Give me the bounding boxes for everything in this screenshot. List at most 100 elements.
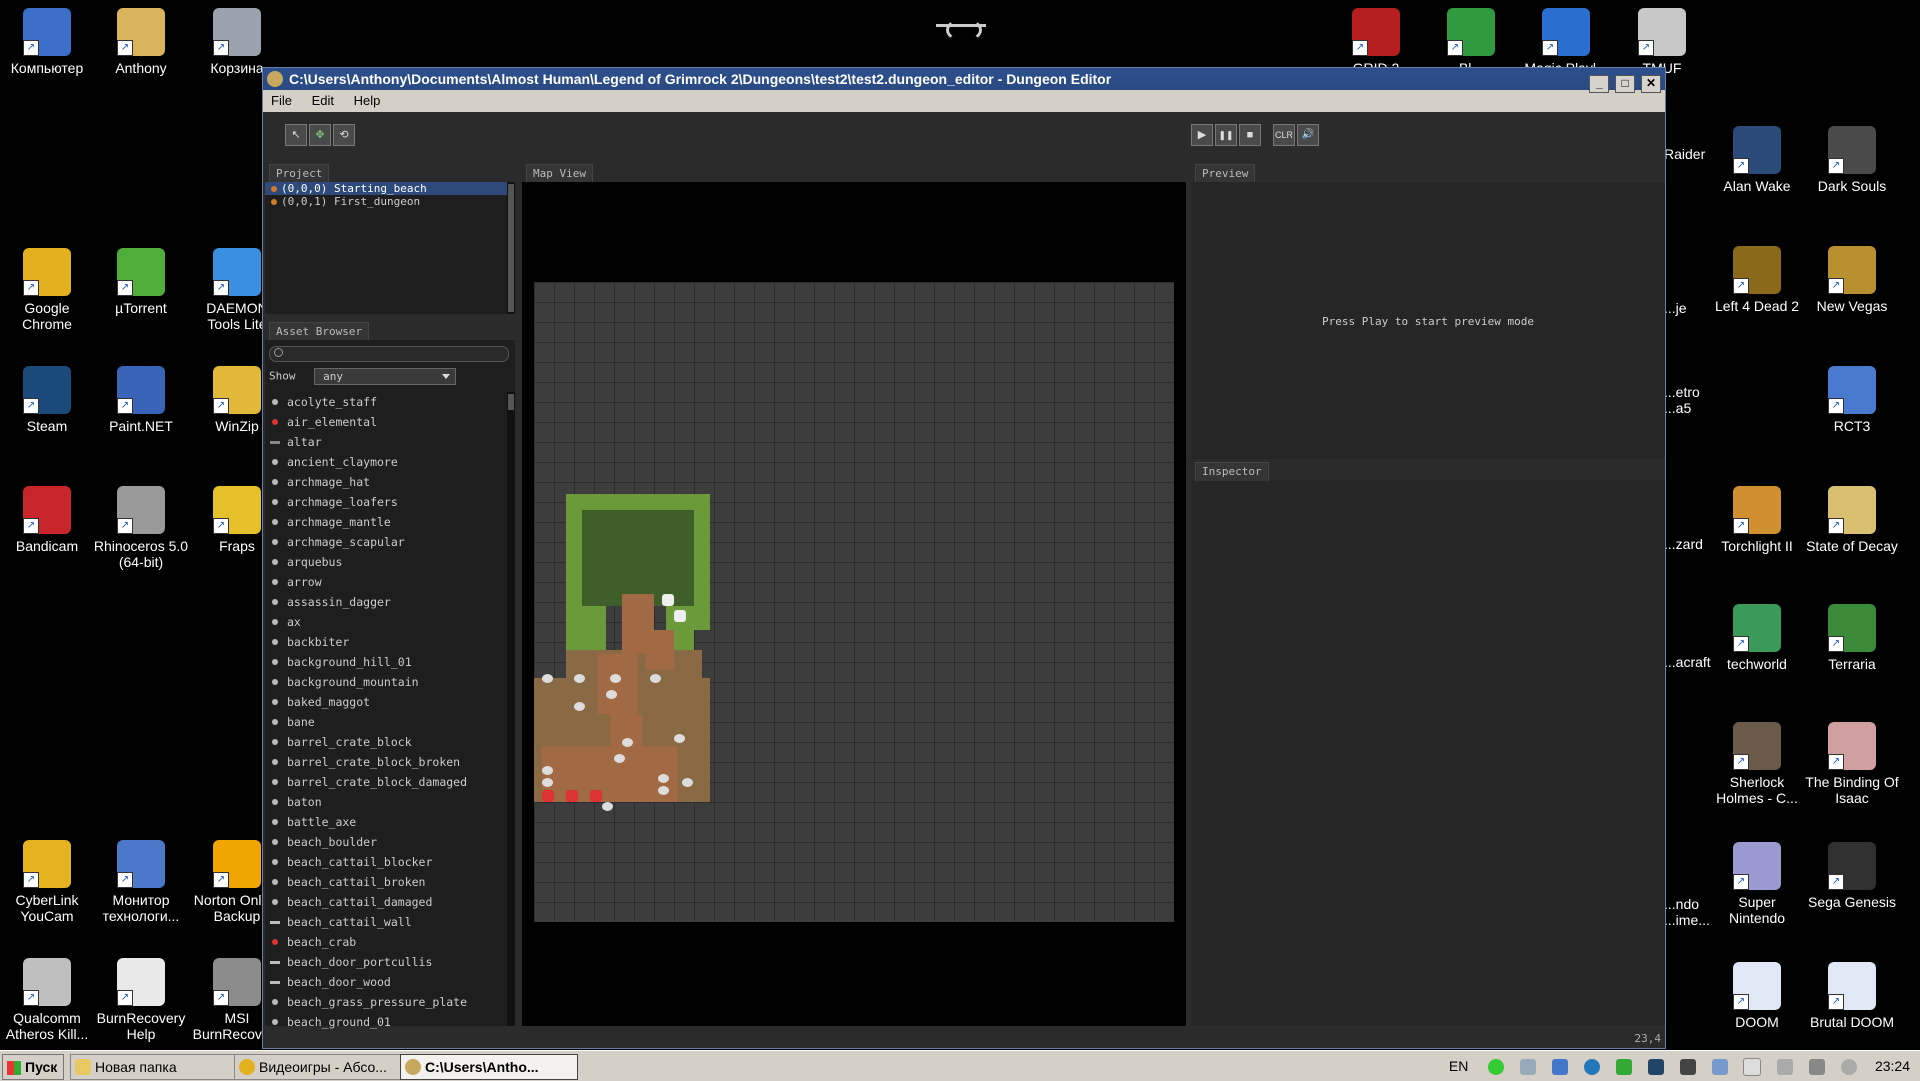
left-desktop-icon[interactable]: ↗ Steam: [0, 366, 95, 434]
bandicam-tray-icon[interactable]: [1647, 1059, 1664, 1076]
asset-scrollbar[interactable]: [507, 392, 515, 1026]
left-desktop-icon[interactable]: ↗ Paint.NET: [93, 366, 189, 434]
item-icon[interactable]: [674, 610, 686, 622]
asset-list-item[interactable]: archmage_hat: [265, 472, 505, 492]
right-desktop-icon[interactable]: ↗ The Binding Of Isaac: [1804, 722, 1900, 806]
boulder-icon[interactable]: [614, 754, 625, 763]
monitor-icon[interactable]: [1552, 1059, 1569, 1076]
asset-list-item[interactable]: bane: [265, 712, 505, 732]
asset-list-item[interactable]: barrel_crate_block_damaged: [265, 772, 505, 792]
asset-list-item[interactable]: beach_cattail_damaged: [265, 892, 505, 912]
boulder-icon[interactable]: [574, 702, 585, 711]
boulder-icon[interactable]: [606, 690, 617, 699]
tray-app-icon[interactable]: [1520, 1059, 1537, 1076]
boulder-icon[interactable]: [674, 734, 685, 743]
boulder-icon[interactable]: [650, 674, 661, 683]
partial-desktop-icon-label[interactable]: ...acraft: [1664, 654, 1711, 670]
boulder-icon[interactable]: [622, 738, 633, 747]
dirt-path-tile[interactable]: [542, 746, 678, 802]
asset-list-item[interactable]: baton: [265, 792, 505, 812]
asset-list-item[interactable]: archmage_mantle: [265, 512, 505, 532]
preview-viewport[interactable]: Press Play to start preview mode: [1191, 182, 1665, 459]
clock[interactable]: 23:24: [1875, 1058, 1910, 1074]
left-desktop-icon[interactable]: ↗ Корзина: [189, 8, 285, 76]
right-desktop-icon[interactable]: ↗ New Vegas: [1804, 246, 1900, 314]
window-titlebar[interactable]: C:\Users\Anthony\Documents\Almost Human\…: [263, 68, 1665, 93]
right-desktop-icon[interactable]: ↗ Brutal DOOM: [1804, 962, 1900, 1030]
asset-list-item[interactable]: altar: [265, 432, 505, 452]
power-icon[interactable]: [1777, 1059, 1794, 1076]
project-scrollbar[interactable]: [507, 182, 515, 314]
right-desktop-icon[interactable]: ↗ Super Nintendo: [1709, 842, 1805, 926]
menu-file[interactable]: File: [263, 90, 300, 112]
play-button[interactable]: ▶: [1191, 124, 1213, 146]
asset-list-item[interactable]: beach_cattail_blocker: [265, 852, 505, 872]
top-desktop-icon[interactable]: ↗TMUF: [1614, 8, 1710, 76]
dirt-path-tile[interactable]: [598, 654, 638, 714]
network-status-icon[interactable]: [1488, 1059, 1505, 1076]
asset-list-item[interactable]: ancient_claymore: [265, 452, 505, 472]
task-browser[interactable]: Видеоигры - Абсо...: [234, 1054, 420, 1080]
partial-desktop-icon-label[interactable]: ...zard: [1664, 536, 1710, 552]
task-folder[interactable]: Новая папка: [70, 1054, 254, 1080]
right-desktop-icon[interactable]: ↗ Torchlight II: [1709, 486, 1805, 554]
asset-list-item[interactable]: battle_axe: [265, 812, 505, 832]
asset-list-item[interactable]: beach_ground_01: [265, 1012, 505, 1032]
right-desktop-icon[interactable]: ↗ RCT3: [1804, 366, 1900, 434]
left-desktop-icon[interactable]: ↗ CyberLink YouCam: [0, 840, 95, 924]
asset-list-item[interactable]: arrow: [265, 572, 505, 592]
partial-desktop-icon-label[interactable]: ...je: [1664, 300, 1710, 316]
asset-list-item[interactable]: assassin_dagger: [265, 592, 505, 612]
project-item[interactable]: (0,0,0) Starting_beach: [265, 182, 515, 195]
asset-list-item[interactable]: barrel_crate_block: [265, 732, 505, 752]
pause-button[interactable]: ❚❚: [1215, 124, 1237, 146]
show-filter-select[interactable]: any: [314, 368, 457, 385]
right-desktop-icon[interactable]: ↗ DOOM: [1709, 962, 1805, 1030]
volume-icon[interactable]: [1841, 1059, 1858, 1076]
boulder-icon[interactable]: [658, 786, 669, 795]
forest-tile[interactable]: [582, 510, 694, 606]
partial-desktop-icon-label[interactable]: ...etro ...a5: [1664, 384, 1710, 416]
left-desktop-icon[interactable]: ↗ Rhinoceros 5.0 (64-bit): [93, 486, 189, 570]
move-tool-icon[interactable]: ✥: [309, 124, 331, 146]
start-button[interactable]: Пуск: [2, 1054, 64, 1080]
asset-list-item[interactable]: beach_door_wood: [265, 972, 505, 992]
spawn-marker-icon[interactable]: [542, 790, 554, 802]
boulder-icon[interactable]: [658, 774, 669, 783]
asset-list-item[interactable]: backbiter: [265, 632, 505, 652]
language-indicator[interactable]: EN: [1449, 1058, 1468, 1074]
select-tool-icon[interactable]: ↖: [285, 124, 307, 146]
spawn-marker-icon[interactable]: [566, 790, 578, 802]
sound-icon[interactable]: 🔊: [1297, 124, 1319, 146]
partial-desktop-icon-label[interactable]: ...ndo ...ime...: [1664, 896, 1710, 928]
left-desktop-icon[interactable]: ↗ Компьютер: [0, 8, 95, 76]
dirt-path-tile[interactable]: [646, 630, 674, 670]
asset-list-item[interactable]: archmage_scapular: [265, 532, 505, 552]
asset-list-item[interactable]: beach_cattail_wall: [265, 912, 505, 932]
left-desktop-icon[interactable]: ↗ Монитор технологи...: [93, 840, 189, 924]
boulder-icon[interactable]: [542, 766, 553, 775]
close-button[interactable]: ✕: [1641, 75, 1661, 93]
right-desktop-icon[interactable]: ↗ Left 4 Dead 2: [1709, 246, 1805, 314]
steam-tray-icon[interactable]: [1583, 1059, 1600, 1076]
spawn-marker-icon[interactable]: [590, 790, 602, 802]
boulder-icon[interactable]: [542, 674, 553, 683]
menu-help[interactable]: Help: [346, 90, 389, 112]
display-icon[interactable]: [1711, 1059, 1728, 1076]
asset-list-item[interactable]: barrel_crate_block_broken: [265, 752, 505, 772]
left-desktop-icon[interactable]: ↗ Anthony: [93, 8, 189, 76]
right-desktop-icon[interactable]: ↗ Sherlock Holmes - C...: [1709, 722, 1805, 806]
asset-search-input[interactable]: [269, 346, 509, 362]
dungeon-grid[interactable]: [534, 282, 1174, 922]
asset-list-item[interactable]: beach_grass_pressure_plate: [265, 992, 505, 1012]
boulder-icon[interactable]: [602, 802, 613, 811]
flag-icon[interactable]: [1743, 1058, 1762, 1077]
asset-list-item[interactable]: acolyte_staff: [265, 392, 505, 412]
party-start-icon[interactable]: [662, 594, 674, 606]
boulder-icon[interactable]: [682, 778, 693, 787]
clear-button[interactable]: CLR: [1273, 124, 1295, 146]
asset-list-item[interactable]: beach_crab: [265, 932, 505, 952]
asset-list-item[interactable]: beach_boulder: [265, 832, 505, 852]
asset-list-item[interactable]: air_elemental: [265, 412, 505, 432]
gpu-icon[interactable]: [1615, 1059, 1632, 1076]
